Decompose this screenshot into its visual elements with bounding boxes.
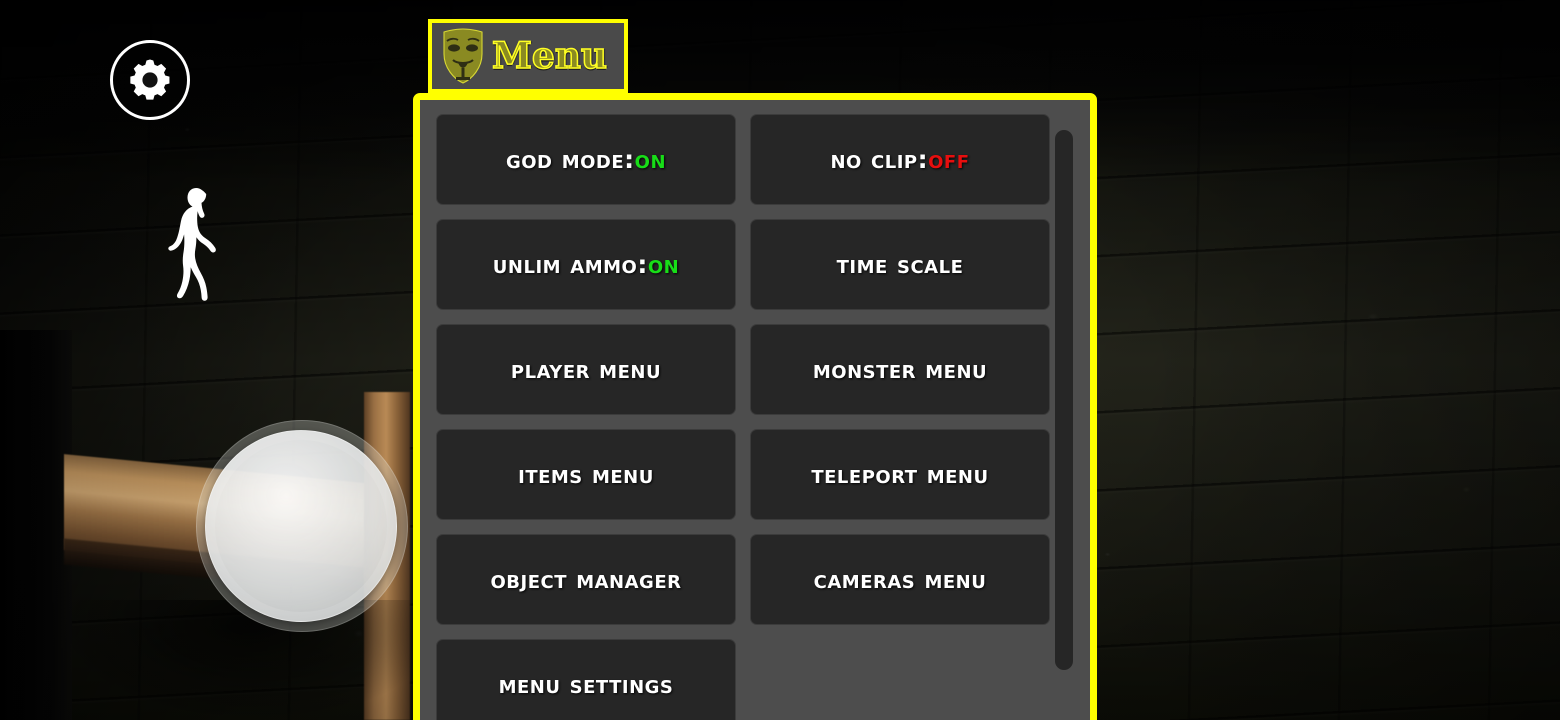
mod-menu-button-grid: God Mode: ON No Clip: OFF Unlim Ammo: ON Time … (436, 114, 1074, 720)
gear-icon (130, 59, 170, 100)
player-silhouette-icon (168, 188, 216, 301)
mod-menu-button[interactable]: Items Menu (436, 429, 736, 520)
mod-menu-button-label: Items Menu (518, 460, 654, 489)
vertical-scrollbar-track[interactable] (1054, 114, 1074, 720)
mod-menu-tab[interactable]: Menu (428, 19, 628, 93)
mod-menu-button[interactable]: Time Scale (750, 219, 1050, 310)
mod-menu-button-label: Player Menu (510, 355, 662, 384)
mod-menu-button[interactable]: Unlim Ammo: ON (436, 219, 736, 310)
mod-menu-button-label: No Clip: (830, 145, 929, 174)
mod-menu-button-value: OFF (928, 145, 970, 174)
mod-menu-button[interactable]: Teleport Menu (750, 429, 1050, 520)
mod-menu-button-label: God Mode: (505, 145, 635, 174)
mod-menu-button[interactable]: Menu Settings (436, 639, 736, 720)
mod-menu-button[interactable]: Object Manager (436, 534, 736, 625)
mod-menu-button[interactable]: Monster Menu (750, 324, 1050, 415)
mod-menu-button-value: ON (647, 250, 680, 279)
mod-menu-button-value: ON (634, 145, 667, 174)
mod-menu-button-label: Object Manager (490, 565, 682, 594)
mod-menu-button[interactable]: God Mode: ON (436, 114, 736, 205)
mod-menu-scroll-area: God Mode: ON No Clip: OFF Unlim Ammo: ON Time … (436, 114, 1074, 720)
vertical-scrollbar-thumb[interactable] (1055, 130, 1073, 670)
mod-menu-button-label: Unlim Ammo: (492, 250, 648, 279)
mod-menu-button-label: Monster Menu (812, 355, 988, 384)
player-indicator (160, 185, 240, 315)
game-screen: Menu God Mode: ON No Clip: OFF Unlim Ammo: ON… (0, 0, 1560, 720)
mod-menu-button-label: Time Scale (836, 250, 964, 279)
mod-menu-panel: God Mode: ON No Clip: OFF Unlim Ammo: ON Time … (413, 93, 1097, 720)
mod-menu-button-label: Cameras Menu (813, 565, 987, 594)
joystick-knob[interactable] (205, 430, 397, 622)
mod-menu-title: Menu (491, 35, 608, 77)
mod-menu-button-label: Menu Settings (498, 670, 674, 699)
mod-menu-button-label: Teleport Menu (811, 460, 989, 489)
anonymous-mask-icon (443, 28, 483, 84)
mod-menu-button[interactable]: Player Menu (436, 324, 736, 415)
settings-button[interactable] (110, 40, 190, 120)
mod-menu-button[interactable]: Cameras Menu (750, 534, 1050, 625)
mod-menu-button[interactable]: No Clip: OFF (750, 114, 1050, 205)
